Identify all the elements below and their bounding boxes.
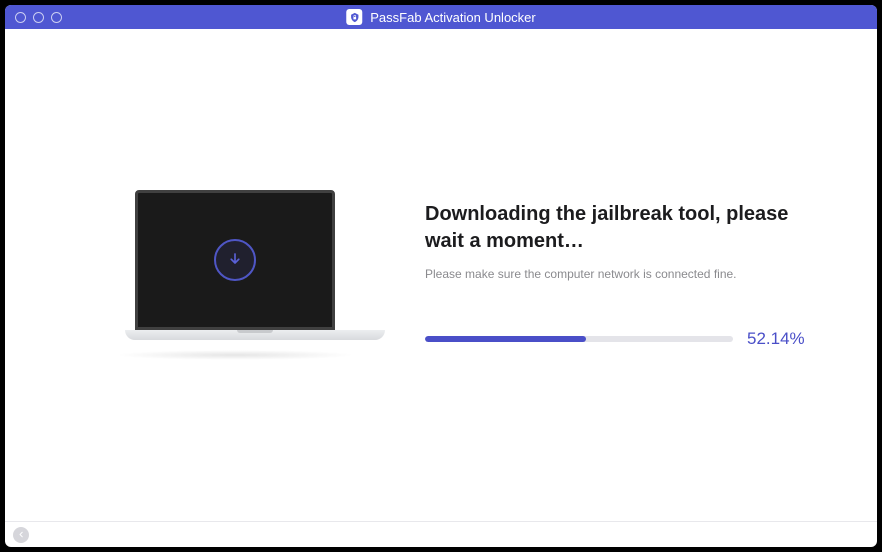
progress-bar (425, 336, 733, 342)
footer-bar (5, 521, 877, 547)
laptop-screen (135, 190, 335, 330)
laptop-illustration (65, 190, 405, 360)
progress-percent-label: 52.14% (747, 329, 807, 349)
titlebar: PassFab Activation Unlocker (5, 5, 877, 29)
download-icon (214, 239, 256, 281)
app-window: PassFab Activation Unlocker Downloading … (5, 5, 877, 547)
status-heading: Downloading the jailbreak tool, please w… (425, 201, 807, 255)
progress-fill (425, 336, 586, 342)
app-title: PassFab Activation Unlocker (370, 10, 535, 25)
window-controls (5, 12, 62, 23)
maximize-window-button[interactable] (51, 12, 62, 23)
laptop-base (125, 330, 385, 340)
status-subtext: Please make sure the computer network is… (425, 267, 807, 281)
laptop-shadow (115, 350, 355, 360)
laptop-graphic (125, 190, 345, 340)
content-area: Downloading the jailbreak tool, please w… (5, 29, 877, 521)
back-button[interactable] (13, 527, 29, 543)
minimize-window-button[interactable] (33, 12, 44, 23)
app-logo-icon (346, 9, 362, 25)
info-panel: Downloading the jailbreak tool, please w… (405, 201, 847, 349)
progress-row: 52.14% (425, 329, 807, 349)
close-window-button[interactable] (15, 12, 26, 23)
title-center: PassFab Activation Unlocker (346, 9, 535, 25)
